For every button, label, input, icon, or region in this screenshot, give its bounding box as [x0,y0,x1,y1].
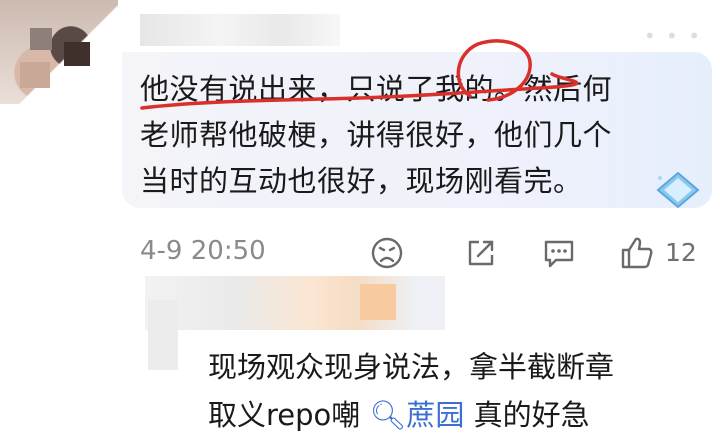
reply-text-line-2: 取义repo嘲 🔍︎蔗园 真的好急 [208,392,590,434]
reply-text-suffix: 真的好急 [473,398,590,432]
comment-text-line-1: 他没有说出来，只说了我的。然后何 [140,72,613,106]
like-button[interactable] [618,234,656,272]
more-icon[interactable]: • • • [644,24,702,48]
thumbs-up-icon [621,237,653,269]
topic-label: 蔗园 [406,398,465,432]
avatar-pixel [20,62,50,88]
avatar-pixel [30,28,52,50]
reply-text-prefix: 取义repo嘲 [208,398,361,432]
comment-text-line-2: 老师帮他破梗，讲得很好，他们几个 [140,118,613,152]
reply-avatar-blurred [148,300,178,370]
reply-button[interactable] [540,234,578,272]
comment-timestamp: 4-9 20:50 [140,236,266,266]
dislike-face-icon [371,237,403,269]
comment-icon [544,240,574,268]
share-icon [468,240,494,266]
reply-pixel [360,284,396,320]
search-icon: 🔍︎ [369,398,407,432]
topic-link[interactable]: 🔍︎蔗园 [370,398,474,432]
dislike-button[interactable] [368,234,406,272]
share-button[interactable] [462,234,500,272]
like-count: 12 [665,238,697,267]
avatar-pixel [64,42,90,66]
diamond-badge-icon [656,171,700,209]
commenter-avatar[interactable] [0,0,118,104]
username-blurred[interactable] [140,14,340,46]
comment-text-line-3: 当时的互动也很好，现场刚看完。 [140,164,583,198]
reply-author-blurred[interactable] [145,276,445,330]
reply-text-line-1: 现场观众现身说法，拿半截断章 [208,350,615,384]
